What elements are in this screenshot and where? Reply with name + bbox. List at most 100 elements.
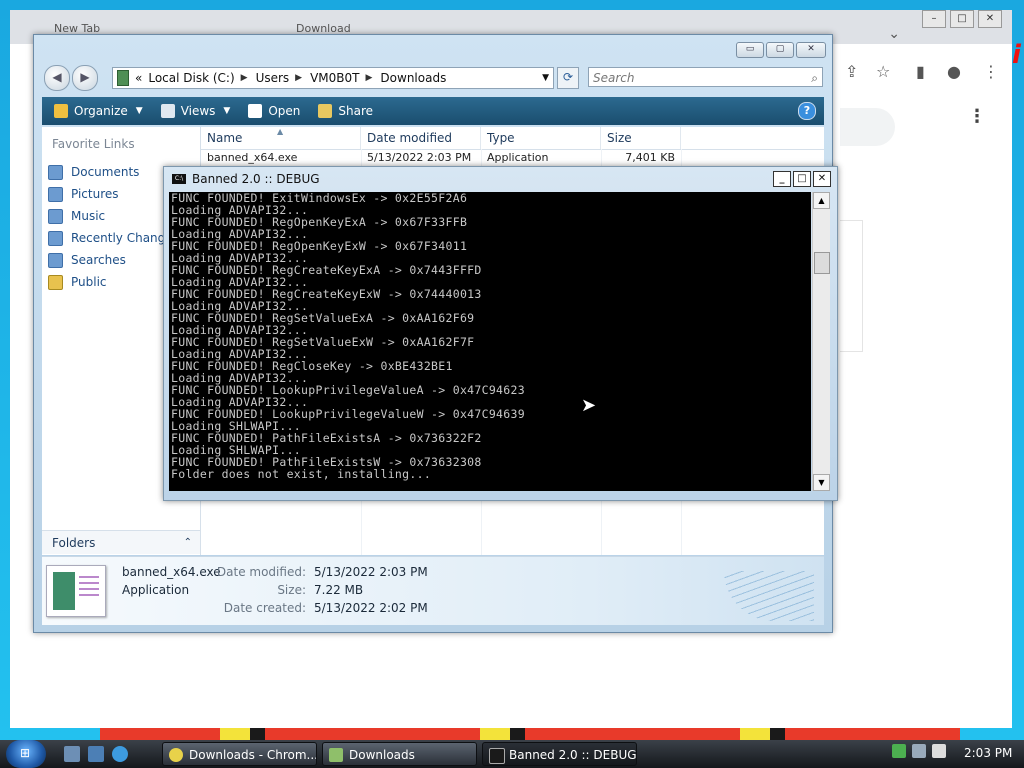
start-button[interactable]: ⊞	[6, 740, 46, 768]
file-type-cell: Application	[487, 151, 549, 164]
taskbar-button-chrome[interactable]: Downloads - Chrom...	[162, 742, 317, 766]
show-desktop-icon[interactable]	[64, 746, 80, 762]
favorite-public[interactable]: Public	[48, 271, 173, 293]
chrome-search-pill[interactable]	[840, 108, 895, 146]
clock[interactable]: 2:03 PM	[964, 746, 1012, 760]
chevron-up-icon: ⌃	[183, 537, 192, 548]
favorite-recently-changed[interactable]: Recently Change	[48, 227, 173, 249]
profile-icon[interactable]: ●	[947, 62, 961, 81]
console-scrollbar[interactable]: ▲ ▼	[812, 192, 830, 491]
folder-icon	[329, 748, 343, 762]
table-row[interactable]: banned_x64.exe 5/13/2022 2:03 PM Applica…	[201, 151, 824, 165]
music-icon	[48, 208, 63, 224]
file-date-cell: 5/13/2022 2:03 PM	[367, 151, 472, 164]
favorite-searches[interactable]: Searches	[48, 249, 173, 271]
open-button[interactable]: Open	[248, 104, 300, 118]
details-modified-value: 5/13/2022 2:03 PM	[314, 565, 428, 579]
mouse-cursor-icon: ➤	[581, 395, 597, 416]
console-minimize-button[interactable]: _	[773, 171, 791, 187]
side-panel-icon[interactable]: ▮	[916, 62, 925, 81]
organize-icon	[54, 104, 68, 118]
address-segment-users[interactable]: Users	[256, 71, 290, 85]
file-name-cell: banned_x64.exe	[207, 151, 298, 164]
console-line: Folder does not exist, installing...	[171, 467, 432, 481]
details-size-value: 7.22 MB	[314, 583, 364, 597]
back-button[interactable]: ◀	[44, 65, 70, 91]
chrome-card	[840, 220, 863, 352]
forward-button[interactable]: ▶	[72, 65, 98, 91]
system-tray	[892, 744, 946, 758]
decorative-swoosh	[724, 571, 814, 621]
share-button[interactable]: Share	[318, 104, 373, 118]
views-icon	[160, 104, 175, 118]
chrome-maximize-button[interactable]: □	[950, 10, 974, 28]
console-title-text: Banned 2.0 :: DEBUG	[192, 172, 320, 186]
explorer-minimize-button[interactable]: ▭	[736, 42, 764, 58]
search-placeholder: Search	[593, 71, 635, 85]
tab-search-chevron-icon[interactable]: ⌄	[888, 26, 900, 42]
refresh-button[interactable]: ⟳	[557, 67, 579, 89]
switch-windows-icon[interactable]	[88, 746, 104, 762]
recent-icon	[48, 230, 63, 246]
breadcrumb-arrow-icon[interactable]: ▶	[241, 73, 248, 83]
favorite-pictures[interactable]: Pictures	[48, 183, 173, 205]
file-size-cell: 7,401 KB	[625, 151, 675, 164]
column-date-modified[interactable]: Date modified	[361, 127, 481, 149]
explorer-close-button[interactable]: ✕	[796, 42, 826, 58]
share-icon[interactable]: ⇪	[845, 62, 858, 81]
wallpaper-strip	[100, 726, 960, 740]
folder-icon	[117, 70, 129, 86]
explorer-maximize-button[interactable]: ▢	[766, 42, 794, 58]
page-menu-icon[interactable]: ⋮	[968, 106, 986, 127]
network-icon[interactable]	[892, 744, 906, 758]
breadcrumb-arrow-icon[interactable]: ▶	[295, 73, 302, 83]
address-bar[interactable]: « Local Disk (C:) ▶ Users ▶ VM0B0T ▶ Dow…	[112, 67, 554, 89]
help-icon[interactable]: ?	[798, 102, 816, 120]
console-output[interactable]: FUNC FOUNDED! ExitWindowsEx -> 0x2E55F2A…	[169, 192, 811, 491]
address-leader[interactable]: «	[135, 71, 142, 85]
column-name[interactable]: Name ▲	[201, 127, 361, 149]
internet-explorer-icon[interactable]	[112, 746, 128, 762]
windows-logo-icon: ⊞	[20, 746, 31, 760]
open-label: Open	[268, 104, 301, 118]
sort-arrow-icon: ▲	[277, 127, 284, 136]
console-window: C:\ Banned 2.0 :: DEBUG _ □ ✕ FUNC FOUND…	[163, 166, 838, 501]
favorite-music[interactable]: Music	[48, 205, 173, 227]
address-segment-local-disk[interactable]: Local Disk (C:)	[148, 71, 234, 85]
bookmark-star-icon[interactable]: ☆	[876, 62, 890, 81]
details-file-type: Application	[122, 583, 190, 597]
organize-button[interactable]: Organize ▼	[54, 104, 143, 118]
share-label: Share	[338, 104, 374, 118]
address-dropdown-icon[interactable]: ▼	[542, 73, 549, 83]
command-bar: Organize ▼ Views ▼ Open Share ?	[42, 97, 824, 125]
network-activity-icon[interactable]	[912, 744, 926, 758]
address-segment-user[interactable]: VM0B0T	[310, 71, 359, 85]
chrome-icon	[169, 748, 183, 762]
chrome-close-button[interactable]: ✕	[978, 10, 1002, 28]
address-segment-downloads[interactable]: Downloads	[380, 71, 446, 85]
volume-muted-icon[interactable]	[932, 744, 946, 758]
folders-toggle[interactable]: Folders ⌃	[42, 530, 200, 554]
scroll-down-button[interactable]: ▼	[813, 474, 830, 491]
chrome-minimize-button[interactable]: –	[922, 10, 946, 28]
favorite-documents[interactable]: Documents	[48, 161, 173, 183]
console-close-button[interactable]: ✕	[813, 171, 831, 187]
scroll-up-button[interactable]: ▲	[813, 192, 830, 209]
column-size[interactable]: Size	[601, 127, 681, 149]
console-maximize-button[interactable]: □	[793, 171, 811, 187]
scroll-thumb[interactable]	[814, 252, 830, 274]
views-button[interactable]: Views ▼	[160, 104, 230, 118]
console-title: C:\ Banned 2.0 :: DEBUG	[172, 172, 320, 186]
breadcrumb-arrow-icon[interactable]: ▶	[366, 73, 373, 83]
chrome-menu-icon[interactable]: ⋮	[983, 62, 999, 81]
column-type[interactable]: Type	[481, 127, 601, 149]
taskbar-button-downloads[interactable]: Downloads	[322, 742, 477, 766]
public-folder-icon	[48, 274, 63, 290]
organize-label: Organize	[74, 104, 128, 118]
taskbar-button-console[interactable]: Banned 2.0 :: DEBUG	[482, 742, 637, 766]
views-label: Views	[180, 104, 216, 118]
wallpaper-letter: i	[1012, 40, 1021, 70]
search-icon[interactable]: ⌕	[811, 68, 818, 88]
search-input[interactable]: Search ⌕	[588, 67, 823, 87]
searches-icon	[48, 252, 63, 268]
